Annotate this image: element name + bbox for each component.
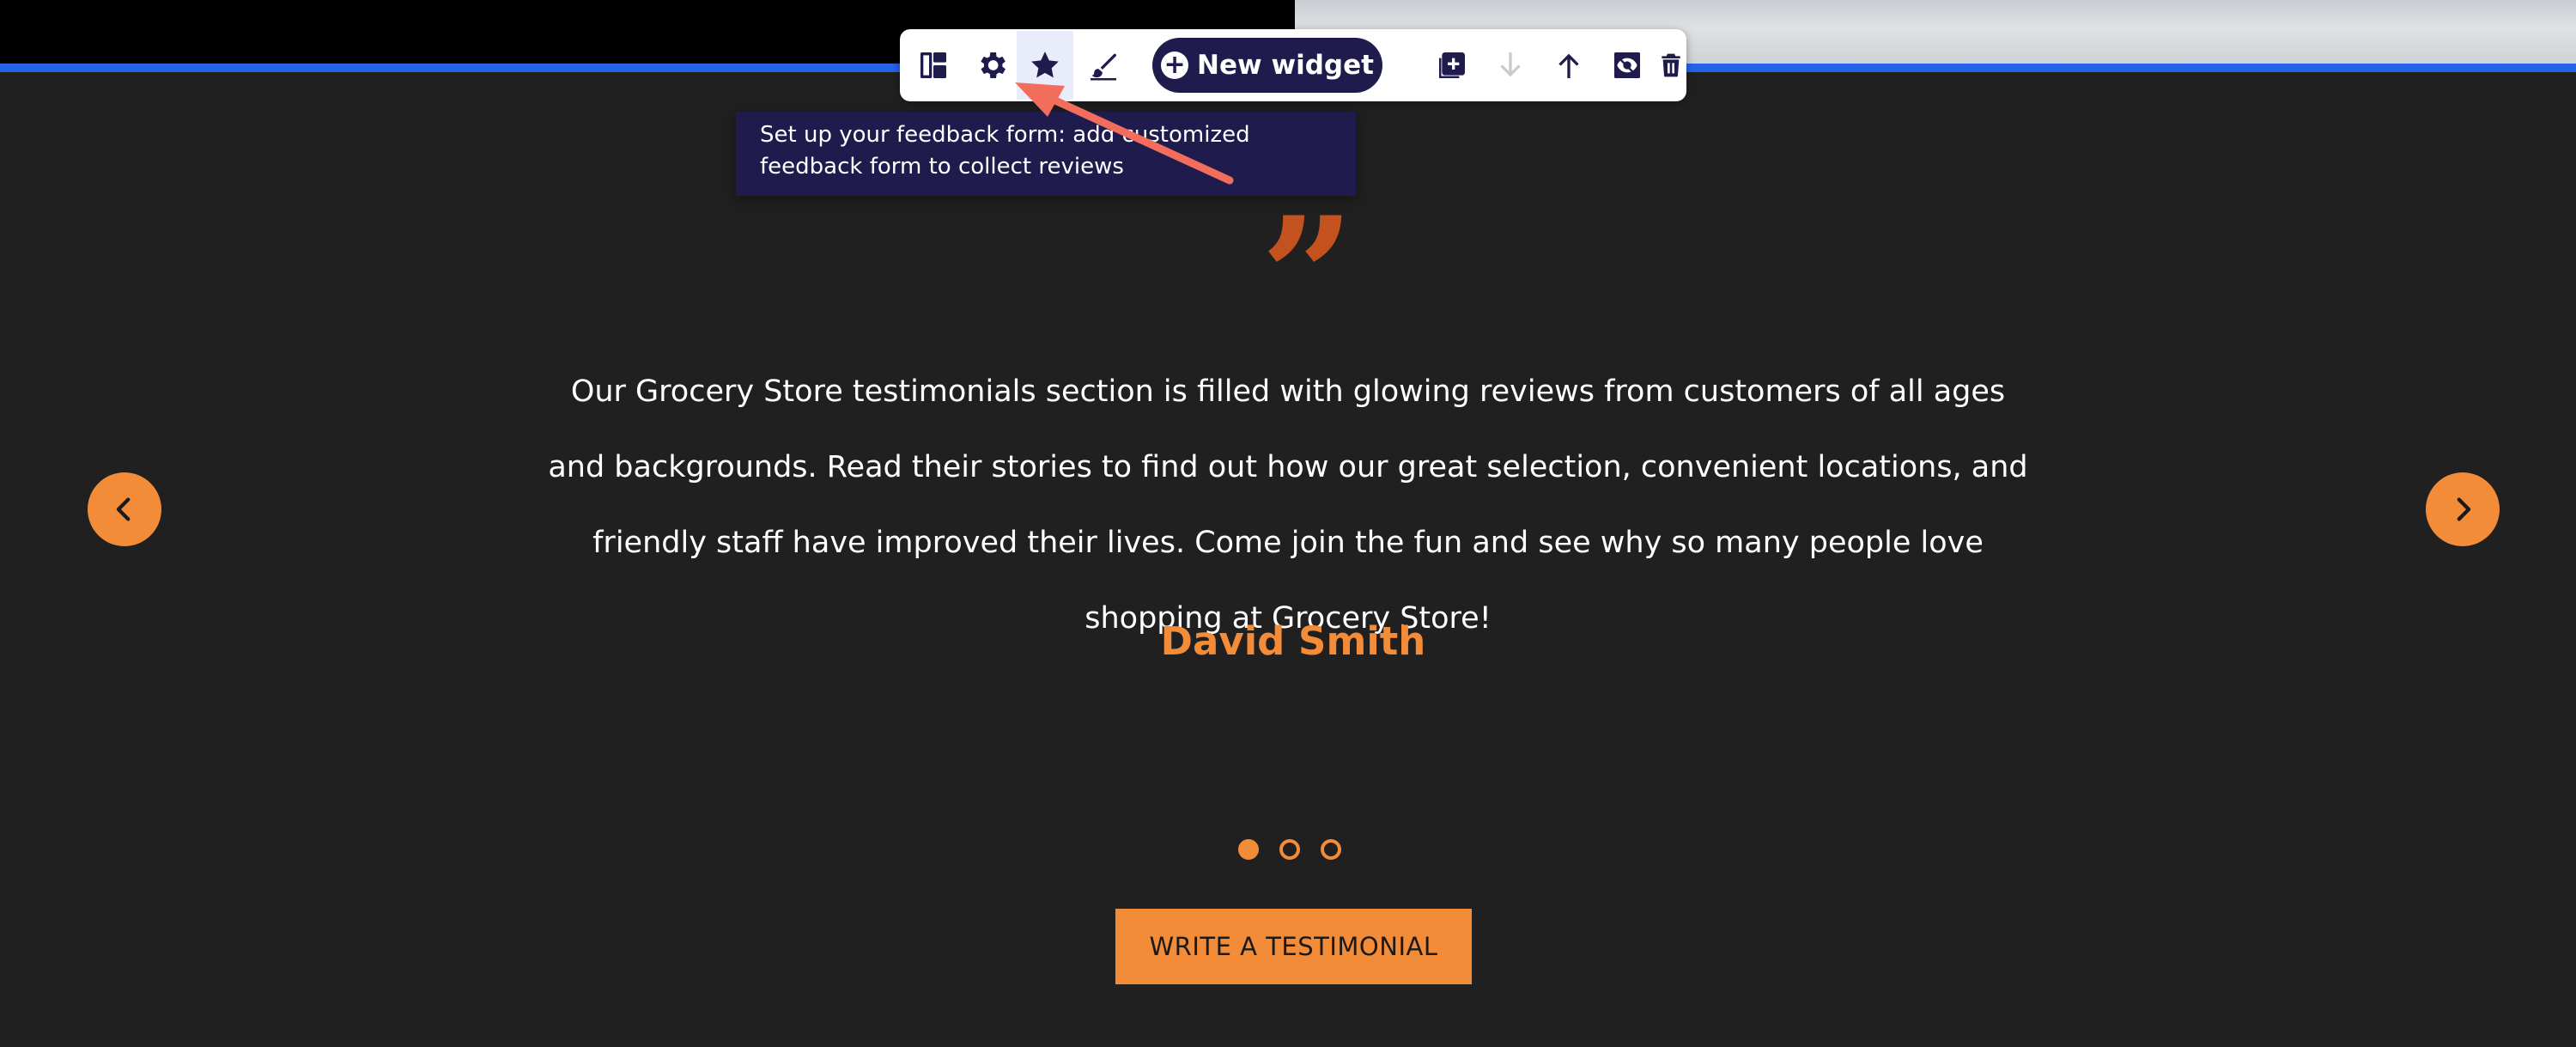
arrow-up-icon [1558, 53, 1579, 78]
quote-mark-icon: ” [1261, 181, 1355, 373]
chevron-left-icon [116, 497, 131, 521]
write-testimonial-button[interactable]: WRITE A TESTIMONIAL [1115, 909, 1472, 984]
annotation-arrow-icon [1015, 82, 1234, 185]
layout-button[interactable] [905, 31, 962, 100]
add-copy-icon [1439, 52, 1465, 78]
layout-icon [920, 52, 946, 78]
chevron-right-icon [2457, 497, 2471, 521]
hide-button[interactable] [1599, 31, 1656, 100]
hide-eye-icon [1614, 52, 1640, 78]
duplicate-button[interactable] [1424, 31, 1480, 100]
previous-slide-button[interactable] [88, 472, 161, 546]
trash-icon [1662, 53, 1680, 77]
move-down-button[interactable] [1482, 31, 1539, 100]
move-up-button[interactable] [1540, 31, 1597, 100]
slider-dot-1[interactable] [1238, 839, 1259, 860]
plus-circle-icon: + [1161, 52, 1189, 79]
slider-dot-2[interactable] [1279, 839, 1300, 860]
delete-button[interactable] [1657, 31, 1685, 100]
arrow-down-icon [1500, 52, 1521, 77]
next-slide-button[interactable] [2426, 472, 2500, 546]
new-widget-label: New widget [1197, 50, 1374, 81]
slider-dots [1238, 839, 1341, 861]
testimonial-author: David Smith [1160, 618, 1426, 664]
slider-dot-3[interactable] [1321, 839, 1341, 860]
